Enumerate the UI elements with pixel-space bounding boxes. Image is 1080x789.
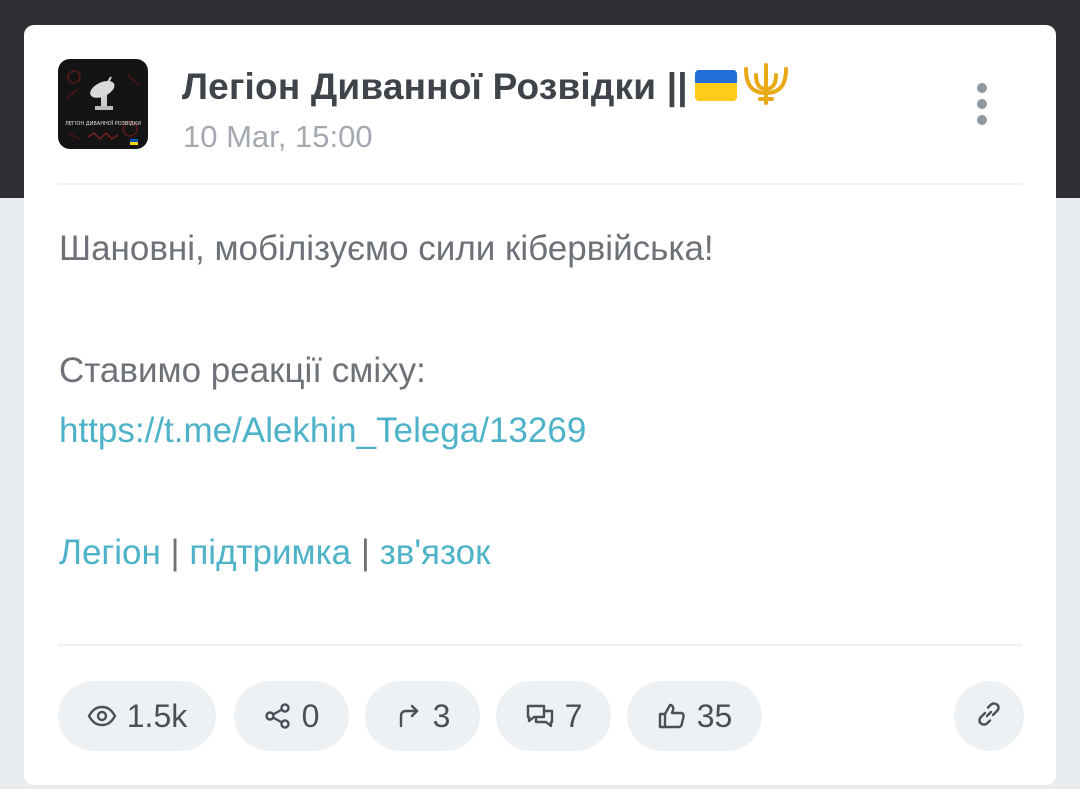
forwards-count: 3 (432, 697, 451, 734)
shares-counter[interactable]: 0 (234, 681, 349, 751)
views-count: 1.5k (126, 697, 188, 734)
more-options-button[interactable] (964, 77, 1000, 131)
thumbs-up-icon (657, 702, 687, 730)
post-card: ЛЕГІОН ДИВАННОЇ РОЗВІДКИ Легіон Диванної… (24, 25, 1056, 785)
views-counter[interactable]: 1.5k (58, 681, 216, 751)
share-icon (264, 702, 292, 730)
post-text-line-1: Шановні, мобілізуємо сили кібервійська! (59, 229, 714, 268)
post-date: 10 Mar, 15:00 (183, 119, 373, 154)
comments-count: 7 (564, 697, 583, 734)
trident-icon (740, 61, 792, 114)
support-link[interactable]: підтримка (189, 533, 351, 572)
ukraine-flag-icon (694, 69, 738, 112)
more-dot (977, 115, 987, 125)
comments-counter[interactable]: 7 (496, 681, 611, 751)
footer-divider (58, 644, 1022, 646)
avatar-caption: ЛЕГІОН ДИВАННОЇ РОЗВІДКИ (65, 120, 141, 127)
comments-icon (525, 702, 555, 730)
header-divider (58, 183, 1022, 185)
likes-counter[interactable]: 35 (627, 681, 762, 751)
more-vertical-icon (977, 83, 987, 93)
shares-count: 0 (301, 697, 320, 734)
channel-name-text: Легіон Диванної Розвідки || (182, 66, 688, 107)
post-link[interactable]: https://t.me/Alekhin_Telega/13269 (59, 411, 586, 451)
footer-links: Легіон | підтримка | зв'язок (59, 533, 490, 573)
post-text-line-2: Ставимо реакції сміху: (59, 351, 426, 390)
copy-link-button[interactable] (954, 681, 1024, 751)
forwards-counter[interactable]: 3 (365, 681, 480, 751)
contact-link[interactable]: зв'язок (380, 533, 491, 572)
channel-name[interactable]: Легіон Диванної Розвідки || (182, 61, 902, 114)
eye-icon (87, 705, 117, 727)
link-icon (974, 699, 1004, 734)
link-separator: | (360, 533, 370, 572)
forward-icon (395, 702, 423, 730)
link-separator: | (170, 533, 180, 572)
likes-count: 35 (696, 697, 733, 734)
legion-link[interactable]: Легіон (59, 533, 161, 572)
channel-avatar[interactable]: ЛЕГІОН ДИВАННОЇ РОЗВІДКИ (58, 59, 148, 149)
more-dot (977, 99, 987, 109)
